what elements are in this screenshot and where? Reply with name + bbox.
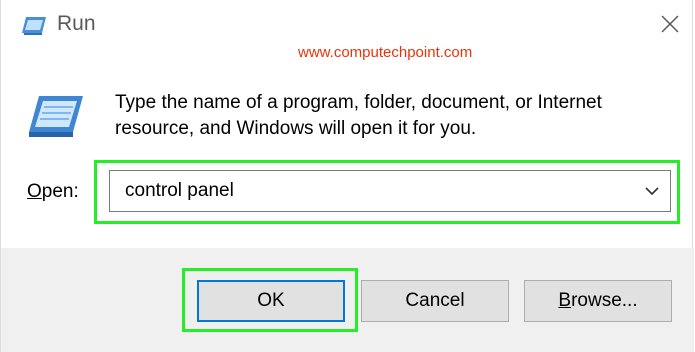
close-button[interactable]	[646, 0, 694, 48]
instruction-text: Type the name of a program, folder, docu…	[115, 90, 675, 142]
browse-mnemonic: B	[558, 290, 572, 311]
window-title: Run	[57, 12, 96, 35]
browse-button[interactable]: Browse...	[524, 280, 672, 322]
cancel-button[interactable]: Cancel	[361, 280, 509, 322]
run-dialog-icon	[29, 96, 83, 137]
watermark-text: www.computechpoint.com	[298, 44, 473, 61]
instruction-line-2: resource, and Windows will open it for y…	[115, 118, 477, 139]
close-icon	[661, 15, 679, 33]
highlight-box-ok-button	[182, 268, 358, 332]
open-label-rest: pen:	[41, 181, 79, 202]
instruction-line-1: Type the name of a program, folder, docu…	[115, 92, 602, 113]
cancel-button-label: Cancel	[405, 290, 465, 311]
browse-button-label: rowse...	[571, 290, 638, 311]
run-app-icon	[22, 17, 46, 35]
run-dialog: Run www.computechpoint.com Type the name…	[0, 0, 694, 352]
open-label: Open:	[27, 181, 79, 203]
highlight-box-open-field	[94, 160, 680, 224]
open-label-mnemonic: O	[27, 181, 42, 202]
